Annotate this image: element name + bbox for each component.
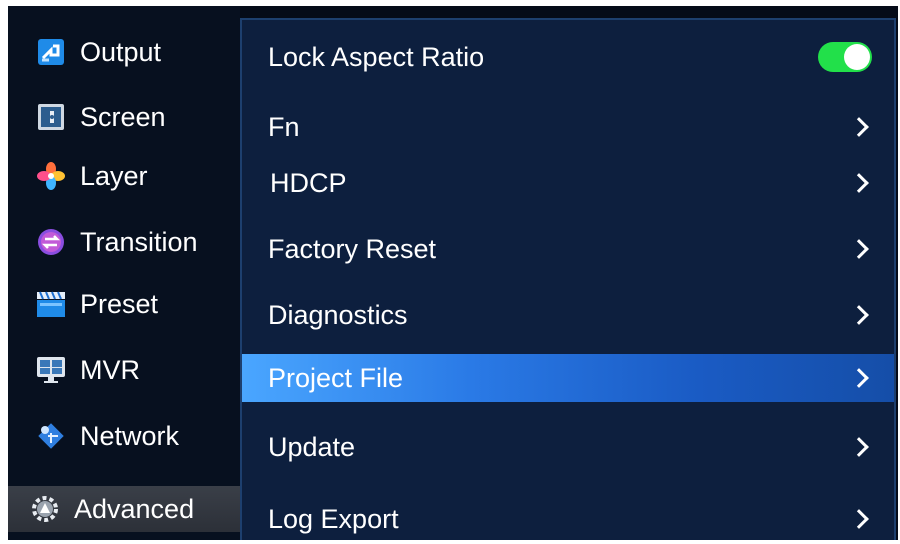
sidebar-item-network[interactable]: Network	[8, 412, 240, 460]
sidebar-item-label: Screen	[80, 101, 166, 132]
sidebar-item-label: Network	[80, 420, 180, 451]
setting-label: HDCP	[270, 167, 347, 198]
sidebar-item-mvr[interactable]: MVR	[8, 346, 240, 394]
setting-label: Update	[268, 431, 356, 462]
chevron-right-icon	[849, 173, 869, 193]
sidebar-item-label: Preset	[80, 288, 159, 319]
setting-label: Fn	[268, 111, 300, 142]
layer-icon	[36, 161, 66, 191]
setting-label: Lock Aspect Ratio	[268, 41, 485, 72]
sidebar-item-layer[interactable]: Layer	[8, 152, 240, 200]
sidebar-item-label: MVR	[80, 354, 140, 385]
sidebar-item-label: Output	[80, 36, 162, 67]
sidebar-item-transition[interactable]: Transition	[8, 218, 240, 266]
sidebar-item-label: Transition	[80, 226, 198, 257]
sidebar-item-label: Advanced	[74, 493, 195, 524]
sidebar-item-advanced[interactable]: Advanced	[8, 486, 240, 532]
setting-fn[interactable]: Fn	[242, 102, 894, 152]
setting-label: Log Export	[268, 503, 399, 534]
setting-log-export[interactable]: Log Export	[242, 494, 894, 544]
setting-diagnostics[interactable]: Diagnostics	[242, 290, 894, 340]
setting-lock-aspect-ratio[interactable]: Lock Aspect Ratio	[242, 32, 894, 82]
screen-icon	[36, 102, 66, 132]
chevron-right-icon	[849, 509, 869, 529]
gear-icon	[30, 494, 60, 524]
network-icon	[36, 421, 66, 451]
transition-icon	[36, 227, 66, 257]
chevron-right-icon	[849, 117, 869, 137]
setting-update[interactable]: Update	[242, 422, 894, 472]
sidebar-item-output[interactable]: Output	[8, 28, 240, 76]
chevron-right-icon	[849, 239, 869, 259]
output-icon	[36, 37, 66, 67]
setting-hdcp[interactable]: HDCP	[242, 158, 894, 208]
sidebar-item-label: Layer	[80, 160, 148, 191]
setting-label: Project File	[268, 362, 404, 393]
lock-aspect-ratio-toggle[interactable]	[818, 42, 872, 72]
setting-factory-reset[interactable]: Factory Reset	[242, 224, 894, 274]
chevron-right-icon	[849, 368, 869, 388]
chevron-right-icon	[849, 305, 869, 325]
preset-icon	[36, 289, 66, 319]
setting-label: Factory Reset	[268, 233, 437, 264]
chevron-right-icon	[849, 437, 869, 457]
setting-label: Diagnostics	[268, 299, 408, 330]
sidebar-item-preset[interactable]: Preset	[8, 280, 240, 328]
sidebar: Output Screen Layer Transition Preset MV…	[8, 6, 240, 540]
sidebar-item-screen[interactable]: Screen	[8, 93, 240, 141]
toggle-knob	[844, 44, 870, 70]
settings-panel: Lock Aspect Ratio Fn HDCP Factory Reset …	[240, 18, 896, 540]
setting-project-file[interactable]: Project File	[242, 354, 894, 402]
device-screen: Output Screen Layer Transition Preset MV…	[8, 6, 898, 540]
mvr-icon	[36, 355, 66, 385]
